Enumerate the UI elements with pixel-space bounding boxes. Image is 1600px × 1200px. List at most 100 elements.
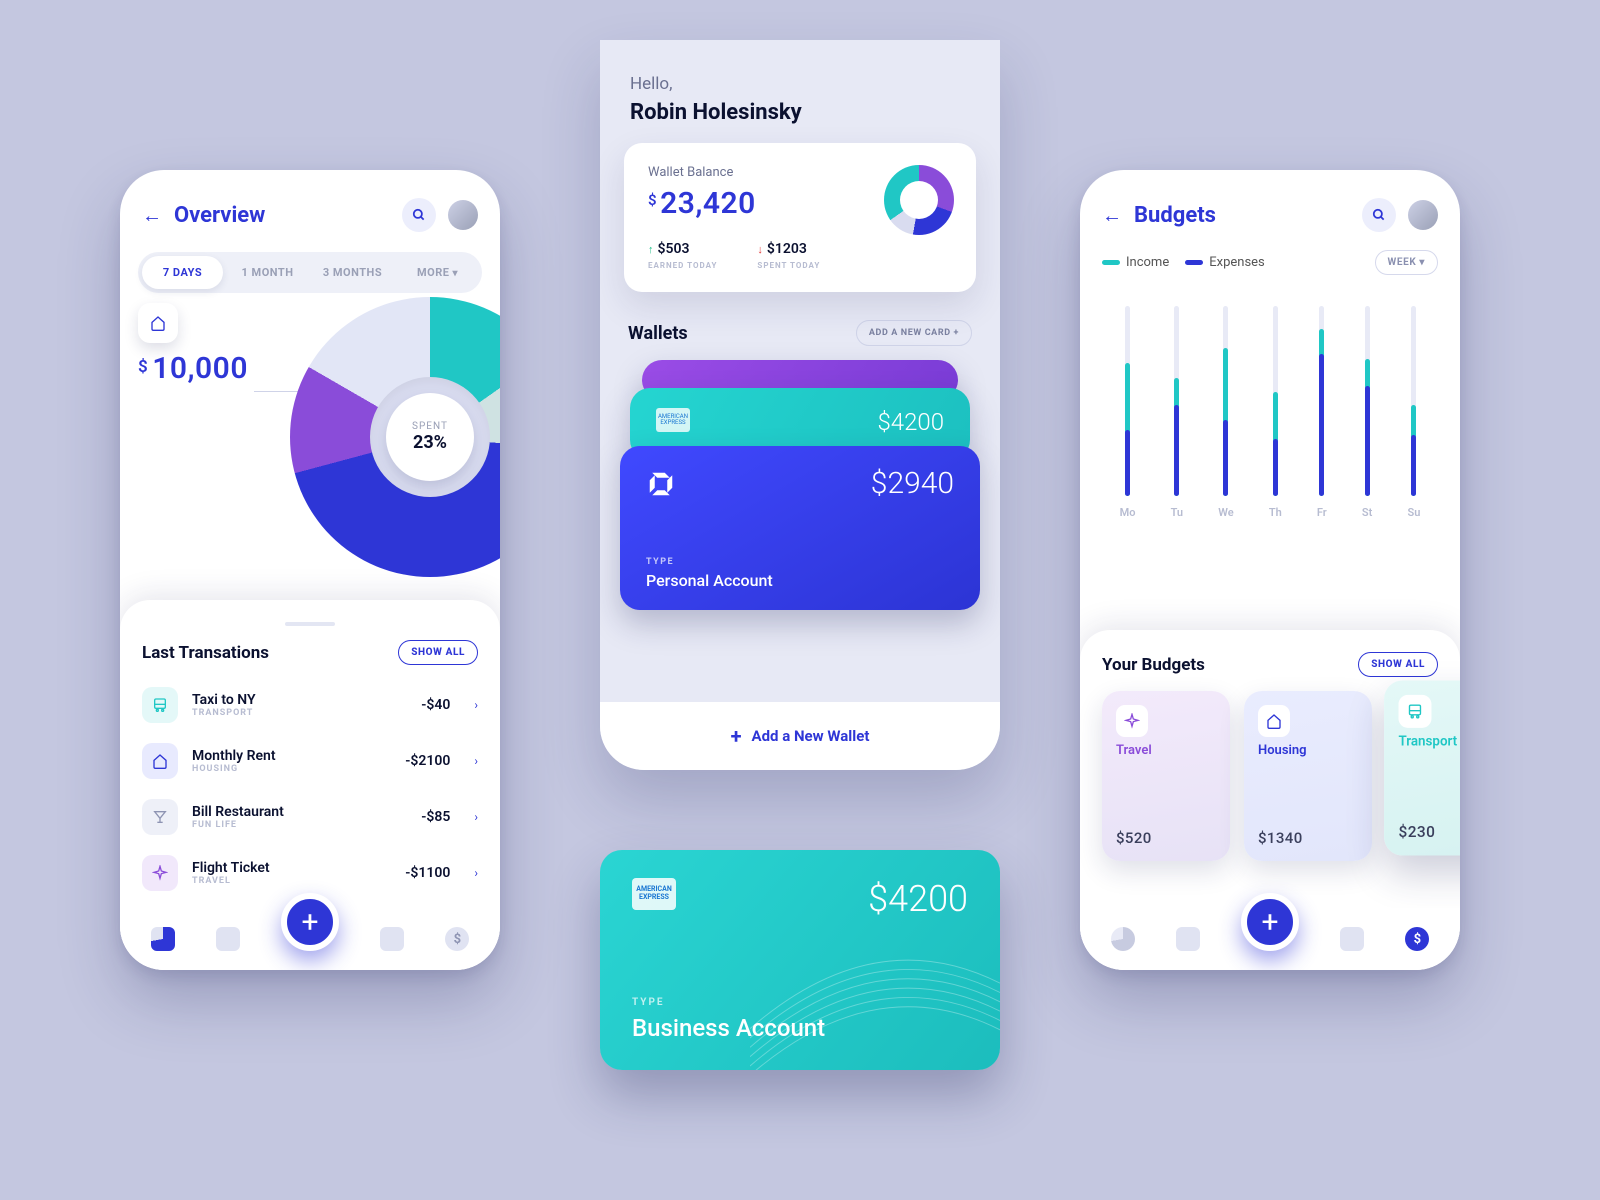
back-icon[interactable]: ← — [1102, 203, 1122, 228]
nav-overview[interactable] — [1111, 927, 1135, 951]
legend-income: Income — [1102, 255, 1169, 270]
chevron-right-icon: › — [474, 810, 478, 824]
nav-item-3[interactable] — [1340, 927, 1364, 951]
bar-day-label: Su — [1407, 506, 1420, 519]
bar-column[interactable]: Th — [1269, 306, 1282, 519]
bar-track — [1319, 306, 1324, 496]
bar-track — [1125, 306, 1130, 496]
period-1month[interactable]: 1 MONTH — [227, 256, 308, 289]
search-button[interactable] — [402, 198, 436, 232]
transaction-amount: -$85 — [421, 809, 450, 825]
category-badge[interactable] — [138, 303, 178, 343]
expense-bar — [1411, 435, 1416, 496]
nav-item-3[interactable] — [380, 927, 404, 951]
transaction-category: TRAVEL — [192, 876, 391, 886]
bar-day-label: St — [1362, 506, 1372, 519]
bar-track — [1365, 306, 1370, 496]
balance-card[interactable]: Wallet Balance $23,420 $503 EARNED TODAY… — [624, 143, 976, 292]
back-icon[interactable]: ← — [142, 203, 162, 228]
period-7days[interactable]: 7 DAYS — [142, 256, 223, 289]
bar-column[interactable]: Tu — [1171, 306, 1183, 519]
legend-expenses: Expenses — [1185, 255, 1265, 270]
transaction-title: Flight Ticket — [192, 860, 391, 876]
home-icon — [142, 743, 178, 779]
budget-card[interactable]: Travel$520 — [1102, 691, 1230, 861]
bar-column[interactable]: We — [1218, 306, 1233, 519]
bottom-nav: + $ — [1080, 908, 1460, 970]
transaction-title: Taxi to NY — [192, 692, 407, 708]
transaction-row[interactable]: Bill RestaurantFUN LIFE-$85› — [142, 789, 478, 845]
cocktail-icon — [142, 799, 178, 835]
bar-column[interactable]: Su — [1407, 306, 1420, 519]
show-all-button[interactable]: SHOW ALL — [1358, 652, 1438, 677]
bar-day-label: Mo — [1120, 506, 1136, 519]
wallet-card-1-amount: $4200 — [877, 408, 944, 436]
earned-value: $503 — [648, 241, 717, 257]
avatar[interactable] — [1408, 200, 1438, 230]
bar-column[interactable]: Fr — [1317, 306, 1327, 519]
budget-cards-row: Travel$520Housing$1340Transport$230 — [1080, 691, 1460, 861]
budget-card[interactable]: Housing $1340 — [1244, 691, 1372, 861]
search-button[interactable] — [1362, 198, 1396, 232]
budget-card[interactable]: Transport$230 — [1384, 680, 1460, 855]
sheet-handle[interactable] — [285, 622, 335, 626]
period-more[interactable]: MORE — [397, 256, 478, 289]
transaction-amount: -$40 — [421, 697, 450, 713]
nav-item-2[interactable] — [216, 927, 240, 951]
expense-bar — [1365, 386, 1370, 496]
expense-bar — [1319, 354, 1324, 497]
home-screen: Hello, Robin Holesinsky Wallet Balance $… — [600, 40, 1000, 770]
user-name: Robin Holesinsky — [600, 100, 1000, 143]
nav-budgets[interactable]: $ — [445, 927, 469, 951]
add-wallet-button[interactable]: + Add a New Wallet — [600, 702, 1000, 770]
transaction-amount: -$1100 — [405, 865, 450, 881]
fab-add[interactable]: + — [1241, 893, 1299, 951]
budget-value: $1340 — [1258, 829, 1358, 847]
bar-column[interactable]: St — [1362, 306, 1372, 519]
budget-name: Travel — [1116, 743, 1216, 758]
transaction-category: TRANSPORT — [192, 708, 407, 718]
budget-name: Housing — [1258, 743, 1358, 758]
expense-bar — [1273, 439, 1278, 496]
wallet-card-2[interactable]: $2940 TYPE Personal Account — [620, 446, 980, 610]
search-icon — [1372, 208, 1386, 222]
business-card[interactable]: AMERICAN EXPRESS $4200 TYPE Business Acc… — [600, 850, 1000, 1070]
bottom-nav: + $ — [120, 908, 500, 970]
bus-icon — [1399, 695, 1432, 728]
plane-icon — [142, 855, 178, 891]
bar-track — [1223, 306, 1228, 496]
fab-add[interactable]: + — [281, 893, 339, 951]
home-icon — [150, 315, 166, 331]
avatar[interactable] — [448, 200, 478, 230]
transaction-amount: -$2100 — [405, 753, 450, 769]
nav-budgets[interactable]: $ — [1405, 927, 1429, 951]
wallets-header: Wallets ADD A NEW CARD + — [600, 292, 1000, 360]
plane-icon — [1116, 705, 1148, 737]
period-3months[interactable]: 3 MONTHS — [312, 256, 393, 289]
transactions-title: Last Transations — [142, 643, 269, 663]
balance-mini-donut — [884, 165, 954, 235]
page-title: Overview — [174, 203, 390, 228]
donut-chart[interactable]: SPENT 23% — [290, 297, 500, 577]
bar-day-label: Fr — [1317, 506, 1327, 519]
transaction-row[interactable]: Monthly RentHOUSING-$2100› — [142, 733, 478, 789]
greeting-label: Hello, — [600, 40, 1000, 100]
bar-track — [1411, 306, 1416, 496]
earned-label: EARNED TODAY — [648, 261, 717, 270]
show-all-button[interactable]: SHOW ALL — [398, 640, 478, 665]
donut-center: SPENT 23% — [386, 393, 474, 481]
page-title: Budgets — [1134, 203, 1350, 228]
home-icon — [1258, 705, 1290, 737]
add-card-button[interactable]: ADD A NEW CARD + — [856, 320, 972, 346]
search-icon — [412, 208, 426, 222]
bar-day-label: We — [1218, 506, 1233, 519]
amex-logo: AMERICAN EXPRESS — [656, 408, 690, 432]
wallet-card-2-type-label: TYPE — [646, 557, 954, 567]
nav-overview[interactable] — [151, 927, 175, 951]
range-selector[interactable]: WEEK ▾ — [1375, 250, 1438, 275]
nav-item-2[interactable] — [1176, 927, 1200, 951]
bar-column[interactable]: Mo — [1120, 306, 1136, 519]
transaction-row[interactable]: Taxi to NYTRANSPORT -$40 › — [142, 677, 478, 733]
chevron-right-icon: › — [474, 698, 478, 712]
spent-kpi: $1203 SPENT TODAY — [757, 241, 820, 270]
